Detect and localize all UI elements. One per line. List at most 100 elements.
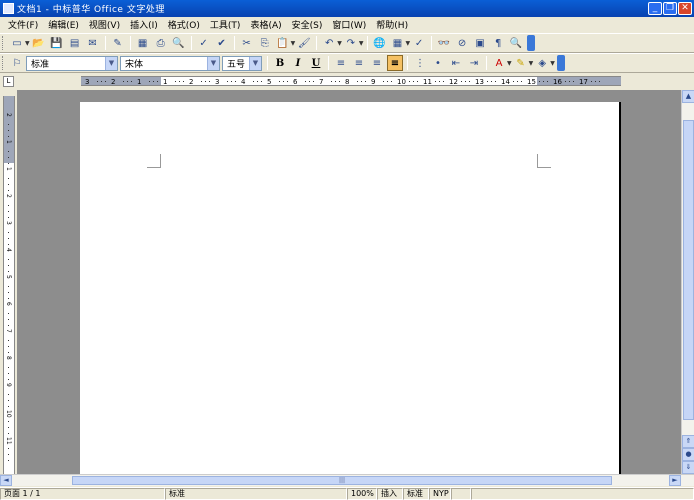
style-select[interactable]: 标准 ▼ <box>26 55 118 71</box>
autocheck-icon[interactable]: ✔ <box>214 35 230 51</box>
edit-icon[interactable]: ✎ <box>110 35 126 51</box>
menu-insert[interactable]: 插入(I) <box>125 18 163 31</box>
permission-icon[interactable]: ▤ <box>67 35 83 51</box>
align-right-icon[interactable]: ≡ <box>369 55 385 71</box>
size-select[interactable]: 五号 ▼ <box>222 55 262 71</box>
gallery-icon[interactable]: ▣ <box>472 35 488 51</box>
numbering-icon[interactable]: ⋮ <box>412 55 428 71</box>
save-icon[interactable]: 💾 <box>49 35 65 51</box>
italic-button[interactable]: I <box>290 55 306 71</box>
status-selection-mode[interactable]: 标准 <box>403 488 429 500</box>
print-icon[interactable]: ⎙ <box>153 35 169 51</box>
vertical-ruler[interactable]: 2 1 1 2 3 4 5 6 7 8 9 10 11 <box>3 96 15 474</box>
navigator-icon[interactable]: ⊘ <box>454 35 470 51</box>
chevron-down-icon[interactable]: ▼ <box>507 60 512 67</box>
ruler-label: 4 <box>241 78 246 85</box>
styles-icon[interactable]: ⚐ <box>9 55 25 71</box>
undo-icon[interactable]: ↶ <box>321 35 337 51</box>
ruler-label: 9 <box>5 383 12 387</box>
menu-security[interactable]: 安全(S) <box>287 18 328 31</box>
menu-file[interactable]: 文件(F) <box>3 18 43 31</box>
ruler-tick <box>547 81 548 82</box>
ruler-label: 5 <box>5 275 12 279</box>
font-color-icon[interactable]: A <box>491 55 507 71</box>
horizontal-ruler[interactable]: 3 2 1 1 2 3 4 5 6 7 8 9 10 11 12 13 14 15 16 17 <box>81 76 621 86</box>
horizontal-scroll-thumb[interactable]: ||| <box>72 476 612 485</box>
cut-icon[interactable]: ✂ <box>239 35 255 51</box>
ruler-tick <box>539 81 540 82</box>
chevron-down-icon[interactable]: ▼ <box>359 40 364 47</box>
menu-help[interactable]: 帮助(H) <box>371 18 413 31</box>
ruler-tick <box>487 81 488 82</box>
chevron-down-icon[interactable]: ▼ <box>207 56 219 70</box>
chevron-down-icon[interactable]: ▼ <box>249 56 261 70</box>
align-center-icon[interactable]: ≡ <box>351 55 367 71</box>
ruler-label: 13 <box>475 78 484 85</box>
chevron-down-icon[interactable]: ▼ <box>550 60 555 67</box>
menu-edit[interactable]: 编辑(E) <box>43 18 84 31</box>
menu-format[interactable]: 格式(O) <box>163 18 205 31</box>
format-painter-icon[interactable]: 🖌 <box>296 35 312 51</box>
justify-icon[interactable]: ≡ <box>387 55 403 71</box>
vertical-ruler-ticks: 211234567891011 <box>5 113 12 461</box>
pilcrow-icon[interactable]: ¶ <box>490 35 506 51</box>
status-zoom[interactable]: 100% <box>347 488 377 500</box>
email-icon[interactable]: ✉ <box>85 35 101 51</box>
chevron-down-icon[interactable]: ▼ <box>406 40 411 47</box>
chevron-down-icon[interactable]: ▼ <box>291 40 296 47</box>
menu-table[interactable]: 表格(A) <box>245 18 286 31</box>
vertical-scrollbar[interactable]: ▲ ⇑ ● ⇓ <box>681 90 694 474</box>
select-browse-object-button[interactable]: ● <box>682 448 694 461</box>
open-icon[interactable]: 📂 <box>31 35 47 51</box>
table-icon[interactable]: ▦ <box>390 35 406 51</box>
scroll-right-button[interactable]: ► <box>669 475 681 486</box>
hyperlink-icon[interactable]: 🌐 <box>372 35 388 51</box>
decrease-indent-icon[interactable]: ⇤ <box>448 55 464 71</box>
previous-page-button[interactable]: ⇑ <box>682 435 694 448</box>
align-left-icon[interactable]: ≡ <box>333 55 349 71</box>
status-cell-1 <box>451 488 471 500</box>
bullets-icon[interactable]: • <box>430 55 446 71</box>
underline-button[interactable]: U <box>308 55 324 71</box>
export-pdf-icon[interactable]: ▦ <box>135 35 151 51</box>
toolbar-grip[interactable] <box>2 36 5 50</box>
scroll-up-button[interactable]: ▲ <box>682 90 694 103</box>
chevron-down-icon[interactable]: ▼ <box>105 56 117 70</box>
ruler-tick <box>595 81 596 82</box>
menu-view[interactable]: 视图(V) <box>84 18 125 31</box>
find-icon[interactable]: 👓 <box>436 35 452 51</box>
toolbar-grip[interactable] <box>2 56 5 70</box>
chevron-down-icon[interactable]: ▼ <box>529 60 534 67</box>
next-page-button[interactable]: ⇓ <box>682 461 694 474</box>
ruler-tick <box>8 292 9 293</box>
bold-button[interactable]: B <box>272 55 288 71</box>
scroll-left-button[interactable]: ◄ <box>0 475 12 486</box>
increase-indent-icon[interactable]: ⇥ <box>466 55 482 71</box>
chevron-down-icon[interactable]: ▼ <box>25 40 30 47</box>
menu-tools[interactable]: 工具(T) <box>205 18 246 31</box>
ruler-tick <box>409 81 410 82</box>
toolbar-options-button[interactable] <box>527 35 536 51</box>
new-icon[interactable]: ▭ <box>9 35 25 51</box>
tab-stop-icon[interactable]: L <box>3 76 14 87</box>
highlight-icon[interactable]: ✎ <box>513 55 529 71</box>
minimize-button[interactable]: _ <box>648 2 662 15</box>
vertical-scroll-thumb[interactable] <box>683 120 694 420</box>
redo-icon[interactable]: ↷ <box>343 35 359 51</box>
status-insert-mode[interactable]: 插入 <box>377 488 403 500</box>
restore-button[interactable]: ❐ <box>663 2 677 15</box>
font-select[interactable]: 宋体 ▼ <box>120 55 220 71</box>
menu-window[interactable]: 窗口(W) <box>327 18 371 31</box>
copy-icon[interactable]: ⎘ <box>257 35 273 51</box>
toolbar-options-button[interactable] <box>556 55 565 71</box>
print-preview-icon[interactable]: 🔍 <box>171 35 187 51</box>
zoom-icon[interactable]: 🔍 <box>508 35 524 51</box>
paste-icon[interactable]: 📋 <box>275 35 291 51</box>
horizontal-scrollbar[interactable]: ◄ ||| ► <box>0 474 694 486</box>
background-color-icon[interactable]: ◈ <box>534 55 550 71</box>
draw-icon[interactable]: ✓ <box>411 35 427 51</box>
document-page[interactable] <box>80 102 621 482</box>
chevron-down-icon[interactable]: ▼ <box>337 40 342 47</box>
close-button[interactable]: ✕ <box>678 2 692 15</box>
spellcheck-icon[interactable]: ✓ <box>196 35 212 51</box>
